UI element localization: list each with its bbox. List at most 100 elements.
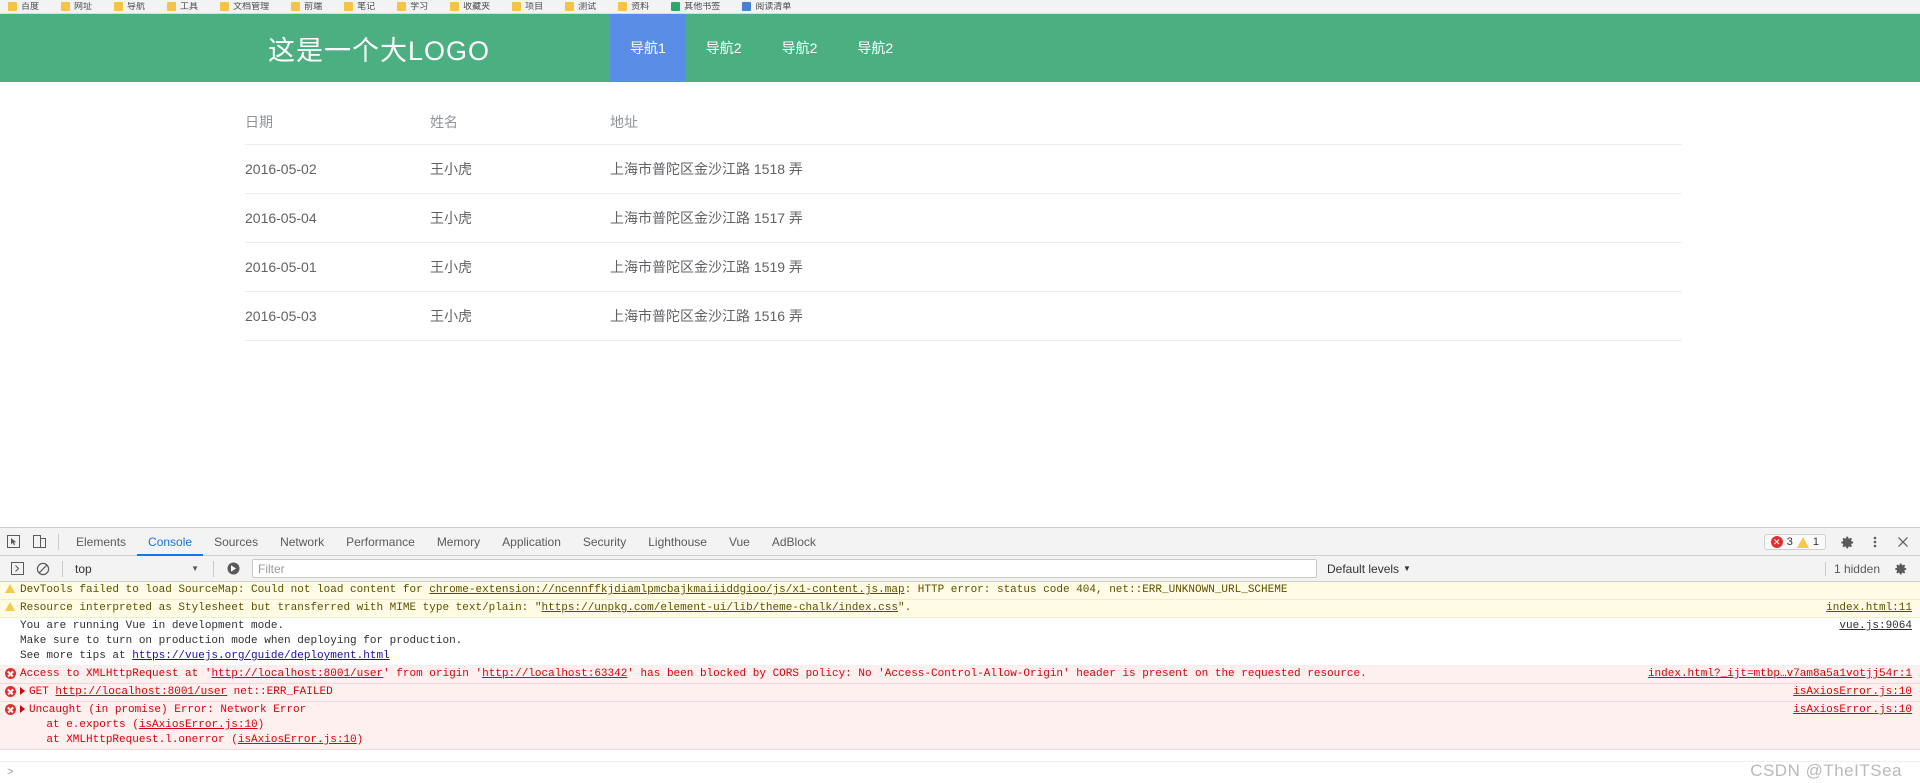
console-prompt[interactable]: > — [0, 761, 1920, 783]
expand-triangle-icon[interactable] — [20, 687, 25, 695]
bookmark-item[interactable]: 项目 — [512, 0, 543, 13]
console-link[interactable]: http://localhost:8001/user — [55, 686, 227, 698]
console-message[interactable]: Access to XMLHttpRequest at 'http://loca… — [0, 666, 1920, 684]
bookmark-item[interactable]: 阅读清单 — [742, 0, 791, 13]
nav-item-4[interactable]: 导航2 — [837, 14, 913, 82]
error-count-icon: ✕ — [1771, 536, 1783, 548]
console-link[interactable]: http://localhost:63342 — [482, 668, 627, 680]
table-row[interactable]: 2016-05-04王小虎上海市普陀区金沙江路 1517 弄 — [245, 194, 1682, 243]
bookmark-item[interactable]: 文档管理 — [220, 0, 269, 13]
error-icon — [5, 686, 16, 697]
devtools-panel: ElementsConsoleSources Network Performance… — [0, 527, 1920, 783]
devtools-tab-security[interactable]: Security — [572, 528, 637, 556]
nav-item-2[interactable]: 导航2 — [686, 14, 762, 82]
devtools-tab-lighthouse[interactable]: Lighthouse — [637, 528, 718, 556]
console-text: Resource interpreted as Stylesheet but t… — [20, 602, 542, 614]
console-message-line: at XMLHttpRequest.l.onerror (isAxiosErro… — [20, 733, 1570, 748]
error-icon — [5, 668, 16, 679]
hidden-messages-count[interactable]: 1 hidden — [1834, 562, 1880, 576]
settings-gear-icon[interactable] — [1834, 529, 1860, 555]
console-message[interactable]: You are running Vue in development mode.… — [0, 618, 1920, 666]
nav-item-1[interactable]: 导航1 — [610, 14, 686, 82]
main-navigation[interactable]: 导航1导航2导航2导航2 — [610, 14, 913, 82]
bookmark-item[interactable]: 学习 — [397, 0, 428, 13]
console-message[interactable]: Uncaught (in promise) Error: Network Err… — [0, 702, 1920, 750]
devtools-tab-memory[interactable]: Memory — [426, 528, 491, 556]
devtools-tab-application[interactable]: Application — [491, 528, 572, 556]
bookmark-item[interactable]: 网址 — [61, 0, 92, 13]
console-source-link[interactable]: index.html:11 — [1826, 602, 1912, 614]
table-row[interactable]: 2016-05-02王小虎上海市普陀区金沙江路 1518 弄 — [245, 145, 1682, 194]
console-sidebar-toggle-icon[interactable] — [4, 556, 30, 582]
console-source-link[interactable]: index.html?_ijt=mtbp…v7am8a5a1votjj54r:1 — [1648, 668, 1912, 680]
table-cell-address: 上海市普陀区金沙江路 1519 弄 — [610, 243, 1682, 292]
console-filter-input[interactable] — [252, 559, 1317, 578]
console-source-link[interactable]: isAxiosError.js:10 — [1793, 686, 1912, 698]
bookmark-item[interactable]: 收藏夹 — [450, 0, 490, 13]
devtools-tab-performance[interactable]: Performance — [335, 528, 426, 556]
table-row[interactable]: 2016-05-01王小虎上海市普陀区金沙江路 1519 弄 — [245, 243, 1682, 292]
devtools-tab-console[interactable]: Console — [137, 528, 203, 556]
filter-funnel-icon[interactable] — [220, 556, 246, 582]
close-devtools-icon[interactable] — [1890, 529, 1916, 555]
column-header-name[interactable]: 姓名 — [430, 100, 610, 145]
nav-item-3[interactable]: 导航2 — [762, 14, 838, 82]
devtools-tab-label: Vue — [729, 535, 750, 549]
devtools-tab-label: Memory — [437, 535, 480, 549]
table-row[interactable]: 2016-05-03王小虎上海市普陀区金沙江路 1516 弄 — [245, 292, 1682, 341]
console-link[interactable]: chrome-extension://ncennffkjdiamlpmcbajk… — [429, 584, 904, 596]
console-link[interactable]: http://localhost:8001/user — [211, 668, 383, 680]
bookmark-item[interactable]: 百度 — [8, 0, 39, 13]
chevron-down-icon: ▼ — [191, 564, 199, 573]
bookmark-item[interactable]: 资料 — [618, 0, 649, 13]
devtools-tab-network[interactable]: Network — [269, 528, 335, 556]
console-text: GET — [29, 686, 55, 698]
bookmark-item[interactable]: 笔记 — [344, 0, 375, 13]
bookmarks-overflow[interactable] — [1911, 0, 1914, 13]
bookmark-item[interactable] — [1911, 0, 1914, 13]
column-header-date[interactable]: 日期 — [245, 100, 430, 145]
console-link[interactable]: https://unpkg.com/element-ui/lib/theme-c… — [542, 602, 898, 614]
console-settings-gear-icon[interactable] — [1888, 556, 1914, 582]
error-count: 3 — [1787, 536, 1793, 548]
expand-triangle-icon[interactable] — [20, 705, 25, 713]
column-header-address[interactable]: 地址 — [610, 100, 1682, 145]
inspect-element-icon[interactable] — [0, 529, 26, 555]
table-cell-date: 2016-05-04 — [245, 194, 430, 243]
table-head: 日期 姓名 地址 — [245, 100, 1682, 145]
console-message[interactable]: Resource interpreted as Stylesheet but t… — [0, 600, 1920, 618]
execution-context-selector[interactable]: top ▼ — [69, 559, 207, 579]
bookmark-item[interactable]: 工具 — [167, 0, 198, 13]
console-message-line: Resource interpreted as Stylesheet but t… — [20, 601, 1570, 616]
devtools-tab-label: Lighthouse — [648, 535, 707, 549]
bookmark-label: 其他书签 — [684, 2, 720, 11]
console-message[interactable]: DevTools failed to load SourceMap: Could… — [0, 582, 1920, 600]
bookmark-item[interactable]: 前端 — [291, 0, 322, 13]
issues-counter[interactable]: ✕ 3 1 — [1764, 534, 1826, 550]
console-source-link[interactable]: isAxiosError.js:10 — [1793, 704, 1912, 716]
more-options-icon[interactable] — [1862, 529, 1888, 555]
devtools-tab-vue[interactable]: Vue — [718, 528, 761, 556]
console-link[interactable]: isAxiosError.js:10 — [238, 734, 357, 746]
browser-bookmarks-bar[interactable]: 百度 网址 导航 工具 文档管理 前端 笔记 学习 收藏夹 项目 测试 资料 其他书签 阅读清单 — [0, 0, 1920, 14]
devtools-tab-label: Network — [280, 535, 324, 549]
bookmark-item[interactable]: 导航 — [114, 0, 145, 13]
bookmark-item[interactable]: 其他书签 — [671, 0, 720, 13]
console-message-body: Resource interpreted as Stylesheet but t… — [20, 601, 1920, 616]
console-source-link[interactable]: vue.js:9064 — [1839, 620, 1912, 632]
toggle-device-toolbar-icon[interactable] — [26, 529, 52, 555]
bookmark-label — [1911, 2, 1914, 11]
devtools-tab-sources[interactable]: Sources — [203, 528, 269, 556]
console-message-list[interactable]: DevTools failed to load SourceMap: Could… — [0, 582, 1920, 783]
devtools-tab-elements[interactable]: Elements — [65, 528, 137, 556]
bookmark-label: 文档管理 — [233, 2, 269, 11]
console-link[interactable]: https://vuejs.org/guide/deployment.html — [132, 650, 389, 662]
console-message[interactable]: GET http://localhost:8001/user net::ERR_… — [0, 684, 1920, 702]
console-link[interactable]: isAxiosError.js:10 — [139, 719, 258, 731]
clear-console-icon[interactable] — [30, 556, 56, 582]
devtools-tab-list[interactable]: ElementsConsoleSources Network Performance… — [65, 528, 827, 556]
nav-item-label: 导航1 — [630, 38, 666, 58]
devtools-tab-adblock[interactable]: AdBlock — [761, 528, 827, 556]
bookmark-item[interactable]: 测试 — [565, 0, 596, 13]
log-level-selector[interactable]: Default levels ▼ — [1327, 562, 1411, 576]
